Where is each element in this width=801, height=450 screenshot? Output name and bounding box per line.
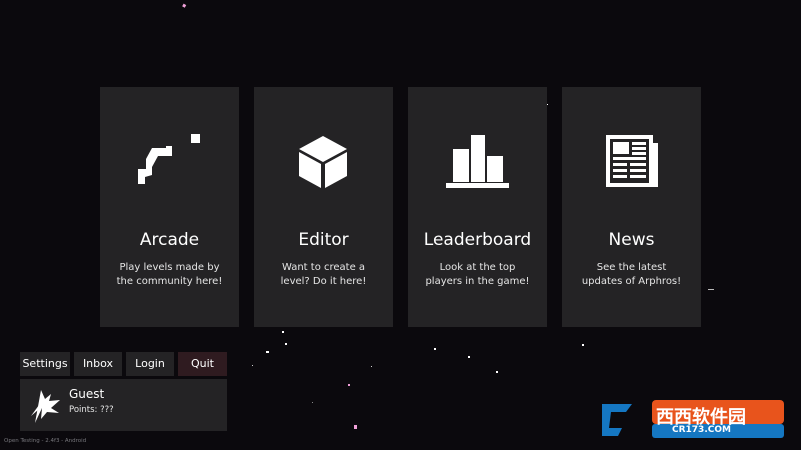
card-description: Look at the top players in the game! xyxy=(425,262,530,287)
arcade-icon xyxy=(138,134,200,184)
settings-button[interactable]: Settings xyxy=(20,352,70,376)
quit-button[interactable]: Quit xyxy=(178,352,227,376)
profile-panel: Guest Points: ??? xyxy=(20,379,227,431)
card-description: Play levels made by the community here! xyxy=(116,262,223,287)
arcade-card[interactable]: Arcade Play levels made by the community… xyxy=(100,87,239,327)
inbox-button[interactable]: Inbox xyxy=(74,352,122,376)
cube-icon xyxy=(299,136,347,188)
card-description: See the latest updates of Arphros! xyxy=(581,262,682,287)
player-points: Points: ??? xyxy=(69,405,114,415)
login-button[interactable]: Login xyxy=(126,352,174,376)
player-name: Guest xyxy=(69,387,105,401)
card-title: Leaderboard xyxy=(423,230,532,250)
card-title: Editor xyxy=(298,230,349,250)
card-description: Want to create a level? Do it here! xyxy=(280,262,367,287)
version-label: Open Testing - 2.4f3 - Android xyxy=(4,438,87,444)
avatar xyxy=(31,390,60,423)
bar-chart-icon xyxy=(446,135,509,188)
leaderboard-card[interactable]: Leaderboard Look at the top players in t… xyxy=(408,87,547,327)
newspaper-icon xyxy=(606,135,658,187)
news-card[interactable]: News See the latest updates of Arphros! xyxy=(562,87,701,327)
editor-card[interactable]: Editor Want to create a level? Do it her… xyxy=(254,87,393,327)
watermark-logo: 西西软件园 CR173.COM xyxy=(598,398,788,440)
watermark-url: CR173.COM xyxy=(672,425,731,435)
card-title: Arcade xyxy=(139,230,200,250)
card-title: News xyxy=(608,230,655,250)
